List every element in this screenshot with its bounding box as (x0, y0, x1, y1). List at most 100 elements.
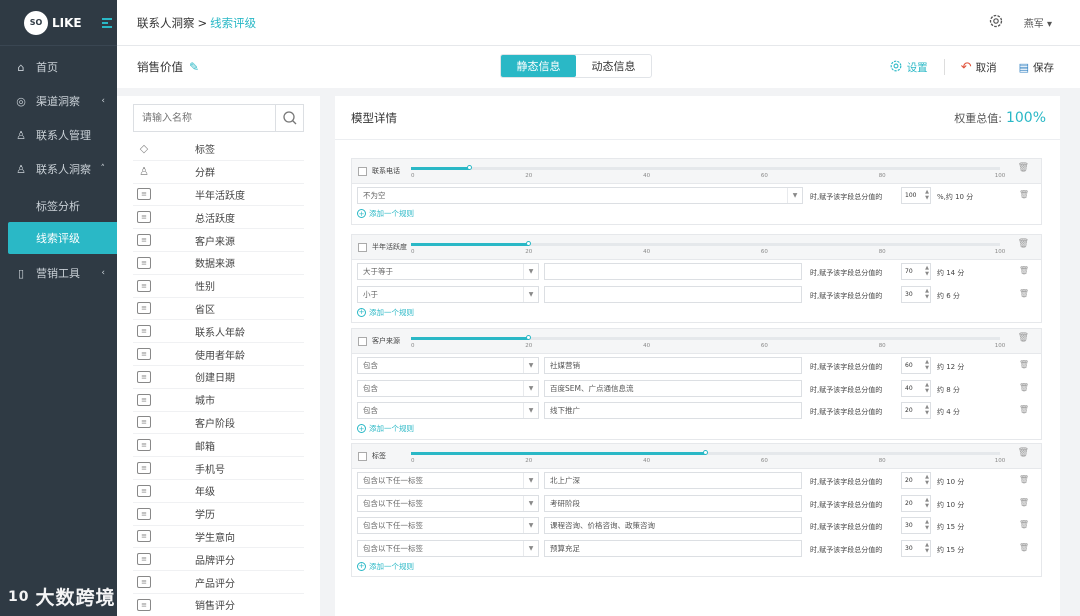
trash-icon[interactable]: 🗑 (1019, 543, 1029, 552)
block-checkbox[interactable] (358, 337, 367, 346)
field-list-item[interactable]: ≡ 品牌评分 (133, 548, 304, 572)
field-list-item[interactable]: ≡ 学生意向 (133, 526, 304, 549)
stepper-arrows-icon[interactable]: ▲ ▼ (925, 542, 929, 554)
percent-stepper[interactable]: 70 ▲ ▼ (901, 263, 931, 280)
field-list-item[interactable]: ≡ 销售评分 (133, 594, 304, 616)
menu-toggle-icon[interactable] (101, 17, 112, 28)
trash-icon[interactable]: 🗑 (1018, 448, 1029, 458)
weight-slider[interactable] (411, 450, 1000, 455)
field-list-item[interactable]: ≡ 产品评分 (133, 571, 304, 594)
sidebar-subitem-lead-grading[interactable]: 线索评级 (8, 222, 125, 254)
search-icon[interactable] (275, 105, 303, 131)
settings-button[interactable]: 设置 (889, 59, 928, 76)
slider-handle[interactable] (525, 241, 531, 246)
sidebar-item-contact-insight[interactable]: ♙ 联系人洞察 ˄ (0, 152, 117, 186)
cancel-button[interactable]: ↶ 取消 (961, 60, 997, 75)
trash-icon[interactable]: 🗑 (1019, 383, 1029, 392)
rule-value-input[interactable]: 线下推广 (544, 402, 802, 419)
field-list-item[interactable]: ≡ 数据来源 (133, 252, 304, 275)
percent-stepper[interactable]: 20 ▲ ▼ (901, 402, 931, 419)
gear-icon[interactable] (988, 13, 1004, 32)
block-checkbox[interactable] (358, 452, 367, 461)
rule-value-input[interactable]: 课程咨询、价格咨询、政策咨询 (544, 517, 802, 534)
weight-slider[interactable] (411, 241, 1000, 246)
stepper-arrows-icon[interactable]: ▲ ▼ (925, 382, 929, 394)
sidebar-item-contacts[interactable]: ♙ 联系人管理 (0, 118, 117, 152)
search-input[interactable] (134, 105, 275, 131)
field-list-item[interactable]: ◇ 标签 (133, 138, 304, 161)
trash-icon[interactable]: 🗑 (1019, 498, 1029, 507)
percent-stepper[interactable]: 100 ▲ ▼ (901, 187, 931, 204)
operator-select[interactable]: 大于等于 ▼ (357, 263, 539, 280)
trash-icon[interactable]: 🗑 (1019, 475, 1029, 484)
trash-icon[interactable]: 🗑 (1018, 333, 1029, 343)
sidebar-item-marketing[interactable]: ▯ 营销工具 ‹ (0, 256, 117, 290)
operator-select[interactable]: 包含以下任一标签 ▼ (357, 472, 539, 489)
stepper-arrows-icon[interactable]: ▲ ▼ (925, 519, 929, 531)
operator-select[interactable]: 小于 ▼ (357, 285, 539, 303)
block-checkbox[interactable] (358, 167, 367, 176)
field-list-item[interactable]: ≡ 客户来源 (133, 229, 304, 252)
field-list-item[interactable]: ≡ 客户阶段 (133, 412, 304, 435)
block-checkbox[interactable] (358, 243, 367, 252)
add-rule-button[interactable]: + 添加一个规则 (352, 559, 1041, 573)
field-list-item[interactable]: ≡ 半年活跃度 (133, 184, 304, 207)
field-list-item[interactable]: ≡ 手机号 (133, 457, 304, 480)
operator-select[interactable]: 包含 ▼ (357, 379, 539, 397)
stepper-arrows-icon[interactable]: ▲ ▼ (925, 497, 929, 509)
field-list-item[interactable]: ≡ 邮箱 (133, 434, 304, 458)
trash-icon[interactable]: 🗑 (1019, 405, 1029, 414)
operator-select[interactable]: 包含 ▼ (357, 402, 539, 419)
field-list-item[interactable]: ≡ 学历 (133, 503, 304, 526)
add-rule-button[interactable]: + 添加一个规则 (352, 422, 1041, 436)
rule-value-input[interactable]: 社媒营销 (544, 357, 802, 374)
operator-select[interactable]: 包含以下任一标签 ▼ (357, 539, 539, 557)
operator-select[interactable]: 包含以下任一标签 ▼ (357, 517, 539, 534)
field-list-item[interactable]: ≡ 创建日期 (133, 366, 304, 389)
percent-stepper[interactable]: 40 ▲ ▼ (901, 379, 931, 397)
sidebar-item-home[interactable]: ⌂ 首页 (0, 50, 117, 84)
percent-stepper[interactable]: 30 ▲ ▼ (901, 285, 931, 303)
operator-select[interactable]: 不为空 ▼ (357, 187, 803, 204)
percent-stepper[interactable]: 30 ▲ ▼ (901, 517, 931, 534)
field-list-item[interactable]: ≡ 使用者年龄 (133, 343, 304, 366)
weight-slider[interactable] (411, 335, 1000, 340)
rule-value-input[interactable] (544, 285, 802, 303)
field-list-item[interactable]: ≡ 城市 (133, 389, 304, 412)
add-rule-button[interactable]: + 添加一个规则 (352, 207, 1041, 221)
field-list-item[interactable]: ≡ 省区 (133, 298, 304, 321)
sidebar-subitem-tag-analysis[interactable]: 标签分析 (0, 190, 117, 222)
slider-handle[interactable] (702, 450, 708, 455)
field-list-item[interactable]: ≡ 性别 (133, 275, 304, 298)
breadcrumb-parent[interactable]: 联系人洞察 (137, 16, 195, 30)
tab-static-info[interactable]: 静态信息 (501, 55, 576, 77)
field-list-item[interactable]: ≡ 总活跃度 (133, 206, 304, 230)
trash-icon[interactable]: 🗑 (1019, 190, 1029, 199)
weight-slider[interactable] (411, 165, 1000, 170)
trash-icon[interactable]: 🗑 (1018, 163, 1029, 173)
sidebar-item-channel[interactable]: ◎ 渠道洞察 ‹ (0, 84, 117, 118)
stepper-arrows-icon[interactable]: ▲ ▼ (925, 288, 929, 300)
percent-stepper[interactable]: 20 ▲ ▼ (901, 494, 931, 512)
field-list-item[interactable]: ♙ 分群 (133, 161, 304, 184)
trash-icon[interactable]: 🗑 (1019, 266, 1029, 275)
trash-icon[interactable]: 🗑 (1019, 360, 1029, 369)
stepper-arrows-icon[interactable]: ▲ ▼ (925, 189, 929, 201)
operator-select[interactable]: 包含以下任一标签 ▼ (357, 494, 539, 512)
field-list-item[interactable]: ≡ 联系人年龄 (133, 320, 304, 344)
edit-icon[interactable]: ✎ (189, 60, 199, 74)
slider-handle[interactable] (466, 165, 472, 170)
trash-icon[interactable]: 🗑 (1019, 520, 1029, 529)
rule-value-input[interactable]: 预算充足 (544, 539, 802, 557)
stepper-arrows-icon[interactable]: ▲ ▼ (925, 359, 929, 371)
user-menu[interactable]: 燕军 ▾ (1024, 15, 1052, 30)
stepper-arrows-icon[interactable]: ▲ ▼ (925, 265, 929, 277)
percent-stepper[interactable]: 30 ▲ ▼ (901, 539, 931, 557)
tab-dynamic-info[interactable]: 动态信息 (576, 55, 651, 77)
operator-select[interactable]: 包含 ▼ (357, 357, 539, 374)
stepper-arrows-icon[interactable]: ▲ ▼ (925, 404, 929, 416)
slider-handle[interactable] (525, 335, 531, 340)
stepper-arrows-icon[interactable]: ▲ ▼ (925, 474, 929, 486)
save-button[interactable]: ▤ 保存 (1019, 60, 1054, 75)
percent-stepper[interactable]: 20 ▲ ▼ (901, 472, 931, 489)
